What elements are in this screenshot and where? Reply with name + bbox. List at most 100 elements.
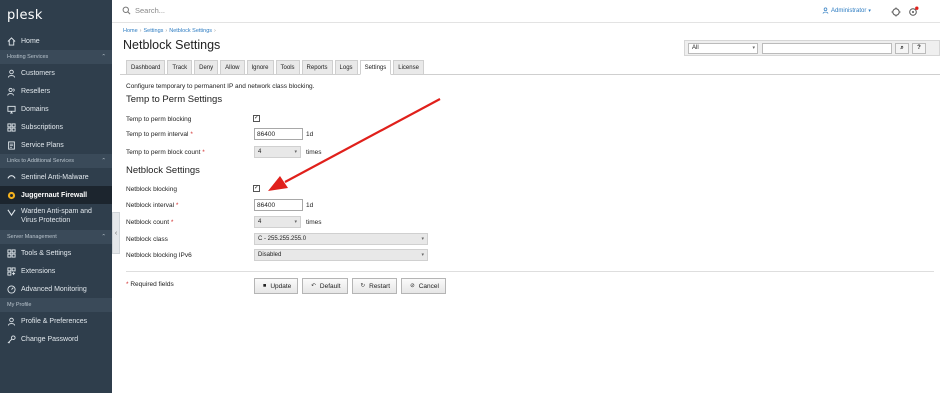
document-icon	[7, 140, 16, 150]
sidebar-item-sentinel[interactable]: Sentinel Anti-Malware	[0, 168, 112, 186]
notifications-icon[interactable]	[908, 6, 919, 17]
interval-unit: 1d	[306, 202, 314, 209]
sidebar-item-domains[interactable]: Domains	[0, 100, 112, 118]
default-button[interactable]: ↶ Default	[302, 278, 348, 294]
tab-track[interactable]: Track	[167, 60, 193, 75]
breadcrumb-separator: ›	[139, 28, 142, 34]
tab-deny[interactable]: Deny	[194, 60, 219, 75]
select-value: Disabled	[258, 252, 282, 258]
grid-icon	[7, 122, 16, 132]
caret-down-icon: ▾	[421, 236, 424, 242]
breadcrumb: Home › Settings › Netblock Settings ›	[123, 28, 218, 34]
section-my-profile[interactable]: My Profile	[0, 298, 112, 312]
tab-settings[interactable]: Settings	[359, 60, 392, 75]
breadcrumb-home[interactable]: Home	[123, 28, 138, 34]
search-icon	[122, 6, 131, 15]
juggernaut-icon	[7, 191, 16, 200]
save-icon: ■	[263, 283, 267, 289]
netblock-count-select[interactable]: 4 ▾	[254, 216, 301, 228]
global-search[interactable]: Search...	[122, 6, 165, 15]
sidebar-item-subscriptions[interactable]: Subscriptions	[0, 118, 112, 136]
sidebar-item-advanced-monitoring[interactable]: Advanced Monitoring	[0, 280, 112, 298]
sidebar-item-profile[interactable]: Profile & Preferences	[0, 312, 112, 330]
tab-reports[interactable]: Reports	[301, 60, 333, 75]
warden-icon	[7, 208, 16, 217]
tab-ignore[interactable]: Ignore	[246, 60, 274, 75]
breadcrumb-settings[interactable]: Settings	[144, 28, 164, 34]
search-placeholder: Search...	[135, 6, 166, 15]
section-hosting-services[interactable]: Hosting Services ⌃	[0, 50, 112, 64]
sidebar-item-label: Change Password	[21, 335, 79, 343]
section-title: Links to Additional Services	[7, 158, 74, 164]
key-icon	[7, 334, 16, 344]
required-fields-note: * Required fields	[126, 281, 174, 288]
required-mark: *	[202, 149, 205, 156]
section-server-management[interactable]: Server Management ⌃	[0, 230, 112, 244]
sidebar-collapse-handle[interactable]: ‹	[112, 212, 120, 254]
tab-tools[interactable]: Tools	[275, 60, 300, 75]
page-title: Netblock Settings	[123, 38, 221, 52]
section-title: Server Management	[7, 234, 57, 240]
monitoring-icon	[7, 284, 16, 294]
sidebar-item-service-plans[interactable]: Service Plans	[0, 136, 112, 154]
sidebar-item-label: Service Plans	[21, 141, 64, 149]
button-label: Default	[319, 282, 341, 290]
help-icon: ?	[917, 45, 921, 51]
breadcrumb-netblock[interactable]: Netblock Settings	[169, 28, 212, 34]
restart-button[interactable]: ↻ Restart	[351, 278, 398, 294]
sidebar-item-warden[interactable]: Warden Anti-spam and Virus Protection	[0, 204, 112, 230]
chevron-up-icon: ⌃	[101, 158, 106, 164]
netblock-ipv6-select[interactable]: Disabled ▾	[254, 249, 428, 261]
netblock-interval-input[interactable]: 86400	[254, 199, 303, 211]
temp-to-perm-title: Temp to Perm Settings	[126, 94, 223, 105]
page-description: Configure temporary to permanent IP and …	[126, 83, 315, 90]
tab-allow[interactable]: Allow	[220, 60, 245, 75]
section-additional-services[interactable]: Links to Additional Services ⌃	[0, 154, 112, 168]
section-title: Hosting Services	[7, 54, 49, 60]
caret-down-icon: ▾	[421, 252, 424, 258]
tools-icon	[7, 248, 16, 258]
select-value: C - 255.255.255.0	[258, 236, 307, 242]
temp-perm-count-select[interactable]: 4 ▾	[254, 146, 301, 158]
required-mark: *	[170, 219, 174, 226]
sidebar-item-tools-settings[interactable]: Tools & Settings	[0, 244, 112, 262]
tab-logs[interactable]: Logs	[334, 60, 358, 75]
search-button[interactable]: ⌕	[895, 42, 909, 54]
netblock-ipv6-label: Netblock blocking IPv6	[126, 252, 192, 259]
form-buttons: ■ Update ↶ Default ↻ Restart ⊘ Cancel	[254, 278, 450, 294]
required-mark: *	[175, 202, 179, 209]
filter-select[interactable]: All ▾	[688, 42, 758, 54]
count-unit: times	[306, 149, 322, 156]
sidebar-item-label: Advanced Monitoring	[21, 285, 87, 293]
search-icon: ⌕	[900, 44, 904, 51]
chevron-up-icon: ⌃	[101, 234, 106, 240]
sidebar-item-label: Customers	[21, 69, 55, 77]
select-value: 4	[258, 219, 262, 225]
netblock-class-select[interactable]: C - 255.255.255.0 ▾	[254, 233, 428, 245]
updates-icon[interactable]	[890, 6, 901, 17]
sidebar-item-home[interactable]: Home	[0, 32, 112, 50]
netblock-class-label: Netblock class	[126, 236, 168, 243]
required-mark: *	[126, 281, 129, 288]
sidebar-item-change-password[interactable]: Change Password	[0, 330, 112, 348]
section-title: My Profile	[7, 302, 32, 308]
monitor-icon	[7, 105, 16, 114]
cancel-button[interactable]: ⊘ Cancel	[401, 278, 446, 294]
plesk-logo[interactable]: plesk	[0, 0, 112, 30]
user-menu[interactable]: Administrator ▾	[822, 7, 871, 14]
temp-perm-interval-input[interactable]: 86400	[254, 128, 303, 140]
sidebar-item-extensions[interactable]: Extensions	[0, 262, 112, 280]
update-button[interactable]: ■ Update	[254, 278, 299, 294]
tab-license[interactable]: License	[393, 60, 424, 75]
button-label: Update	[270, 282, 292, 290]
users-icon	[7, 87, 16, 96]
help-button[interactable]: ?	[912, 42, 926, 54]
netblock-blocking-checkbox[interactable]: ✓	[253, 185, 260, 192]
tab-dashboard[interactable]: Dashboard	[126, 60, 166, 75]
sidebar-item-customers[interactable]: Customers	[0, 64, 112, 82]
sidebar-item-juggernaut[interactable]: Juggernaut Firewall	[0, 186, 112, 204]
temp-perm-blocking-checkbox[interactable]: ✓	[253, 115, 260, 122]
filter-search-input[interactable]	[762, 42, 892, 54]
sentinel-icon	[7, 173, 16, 182]
sidebar-item-resellers[interactable]: Resellers	[0, 82, 112, 100]
